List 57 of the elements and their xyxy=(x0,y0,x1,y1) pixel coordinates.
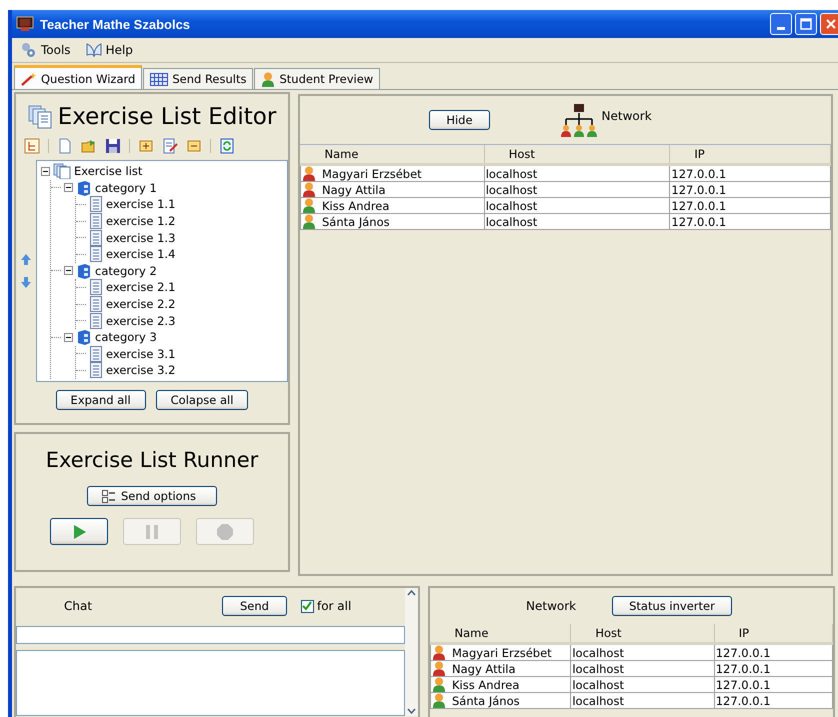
column-header[interactable]: Host xyxy=(484,145,670,164)
tree-item[interactable]: exercise 3.1 xyxy=(106,346,176,361)
table-cell: localhost xyxy=(484,214,670,230)
student-name: Nagy Attila xyxy=(322,182,386,196)
student-name: Kiss Andrea xyxy=(322,198,390,212)
column-header[interactable]: IP xyxy=(670,145,830,164)
status-inverter-button[interactable]: Status inverter xyxy=(612,596,732,616)
runner-title: Exercise List Runner xyxy=(46,448,258,472)
table-cell: 127.0.0.1 xyxy=(714,676,832,692)
window-title: Teacher Mathe Szabolcs xyxy=(40,16,192,32)
table-cell: 127.0.0.1 xyxy=(714,660,832,676)
student-name: Sánta János xyxy=(452,694,520,708)
tree-item[interactable]: exercise 1.4 xyxy=(106,247,176,262)
network-label: Network xyxy=(526,599,576,613)
table-cell: localhost xyxy=(570,660,714,676)
hide-button[interactable]: Hide xyxy=(429,110,490,130)
column-header[interactable]: Name xyxy=(430,624,571,644)
table-cell: localhost xyxy=(484,182,670,198)
tree-item[interactable]: category 2 xyxy=(95,264,157,278)
tree-item[interactable]: exercise 1.1 xyxy=(106,197,176,212)
network-label: Network xyxy=(602,109,652,123)
tab[interactable]: Student Preview xyxy=(254,68,380,89)
student-name: Magyari Erzsébet xyxy=(322,166,422,180)
tab[interactable]: Send Results xyxy=(143,68,254,89)
table-cell: 127.0.0.1 xyxy=(714,692,832,708)
student-name: Magyari Erzsébet xyxy=(452,646,552,660)
tree-item[interactable]: exercise 2.2 xyxy=(106,297,176,312)
send-button[interactable]: Send xyxy=(222,596,287,616)
checkbox-label: for all xyxy=(316,599,352,613)
tree-item[interactable]: exercise 3.2 xyxy=(106,363,176,378)
tree-button[interactable]: Colapse all xyxy=(156,390,248,410)
menu-item[interactable]: Help xyxy=(82,42,135,58)
student-name: Sánta János xyxy=(322,214,390,228)
student-name: Nagy Attila xyxy=(452,662,516,676)
column-header[interactable]: Name xyxy=(300,145,484,164)
tree-item[interactable]: Exercise list xyxy=(74,164,142,178)
tree-item[interactable]: exercise 1.3 xyxy=(106,230,176,245)
tree-item[interactable]: category 3 xyxy=(95,330,157,344)
tree-item[interactable]: category 1 xyxy=(95,180,157,195)
send-options-button[interactable]: Send options xyxy=(87,486,217,506)
table-cell: 127.0.0.1 xyxy=(670,198,830,214)
tab[interactable]: Question Wizard xyxy=(14,65,142,89)
tree-item[interactable]: exercise 2.3 xyxy=(106,314,176,328)
menu-item[interactable]: Tools xyxy=(18,42,73,58)
tree-item[interactable]: exercise 2.1 xyxy=(106,280,176,294)
table-cell: localhost xyxy=(570,676,714,692)
editor-title: Exercise List Editor xyxy=(58,104,276,130)
table-cell: 127.0.0.1 xyxy=(670,214,830,230)
table-cell: 127.0.0.1 xyxy=(670,182,830,198)
student-name: Kiss Andrea xyxy=(452,678,520,692)
tree-button[interactable]: Expand all xyxy=(56,390,146,410)
tree-item[interactable]: exercise 1.2 xyxy=(106,214,176,228)
table-cell: localhost xyxy=(570,692,714,708)
table-cell: localhost xyxy=(484,198,670,214)
column-header[interactable]: Host xyxy=(570,624,714,644)
chat-label: Chat xyxy=(64,599,94,613)
column-header[interactable]: IP xyxy=(714,624,832,644)
